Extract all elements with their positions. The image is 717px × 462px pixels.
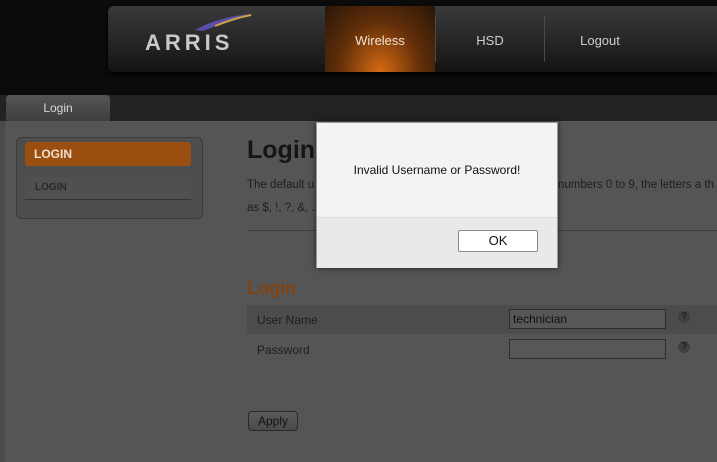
nav-logout[interactable]: Logout <box>545 6 655 72</box>
nav-wireless[interactable]: Wireless <box>325 6 435 72</box>
password-label: Password <box>257 343 310 357</box>
username-label: User Name <box>257 313 318 327</box>
help-icon[interactable]: ? <box>678 341 690 353</box>
description-line1: The default u <box>247 179 315 191</box>
nav-hsd[interactable]: HSD <box>436 6 544 72</box>
arris-logo: ARRIS <box>145 30 234 55</box>
password-input[interactable] <box>509 339 666 359</box>
tab-login[interactable]: Login <box>6 95 110 121</box>
help-icon[interactable]: ? <box>678 311 690 323</box>
page-title: Login <box>247 136 316 164</box>
apply-button[interactable]: Apply <box>248 411 298 431</box>
alert-dialog: Invalid Username or Password! OK <box>316 122 558 268</box>
description-line1-tail: numbers 0 to 9, the letters a th <box>558 179 714 191</box>
sidebar-item-login[interactable]: LOGIN <box>25 177 191 200</box>
ok-button[interactable]: OK <box>458 230 538 252</box>
description-line2: as $, !, ?, &, ... <box>247 202 322 214</box>
section-title: Login <box>247 278 296 298</box>
username-input[interactable] <box>509 309 666 329</box>
sidebar-header-login[interactable]: LOGIN <box>25 142 191 166</box>
arris-swoosh-icon <box>195 14 253 31</box>
dialog-message: Invalid Username or Password! <box>353 163 521 177</box>
